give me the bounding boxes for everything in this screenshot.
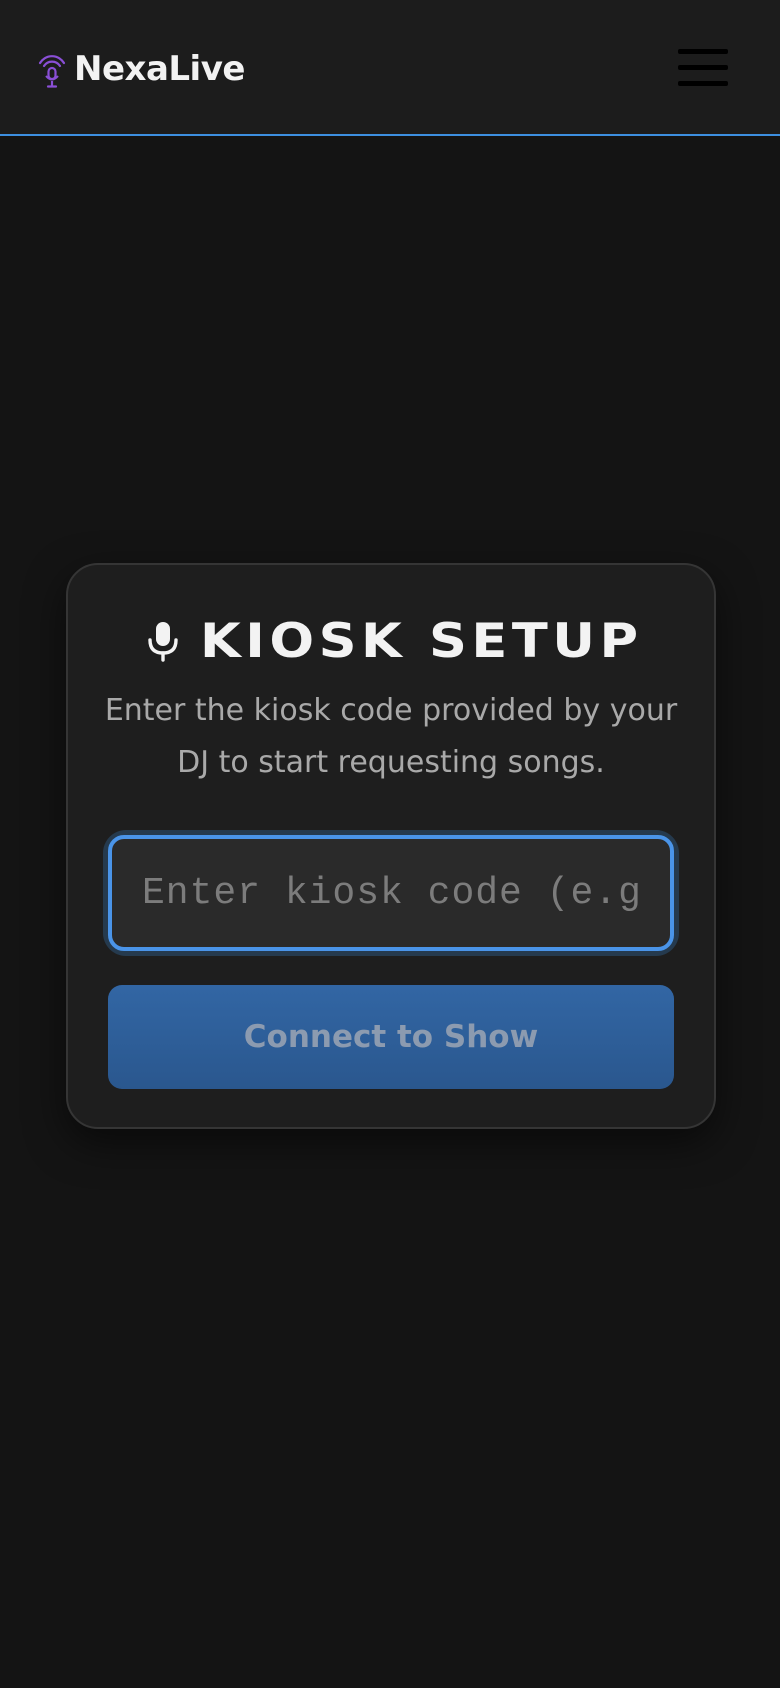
microphone-icon xyxy=(148,622,179,662)
brand-name: NexaLive xyxy=(74,49,245,89)
hamburger-menu-icon[interactable] xyxy=(678,47,728,89)
kiosk-code-input[interactable] xyxy=(108,835,674,951)
kiosk-description: Enter the kiosk code provided by your DJ… xyxy=(104,693,678,780)
broadcast-mic-icon xyxy=(38,55,66,88)
connect-to-show-button[interactable]: Connect to Show xyxy=(108,985,674,1089)
app-root: NexaLive KIOSK SETUP Enter the kiosk cod… xyxy=(0,0,780,1688)
menu-bar xyxy=(678,49,728,54)
card-title: KIOSK SETUP xyxy=(68,609,714,673)
kiosk-title: KIOSK SETUP xyxy=(200,613,643,669)
brand[interactable]: NexaLive xyxy=(36,44,245,94)
menu-bar xyxy=(678,81,728,86)
top-header: NexaLive xyxy=(0,0,780,136)
kiosk-setup-card: KIOSK SETUP Enter the kiosk code provide… xyxy=(66,563,716,1129)
kiosk-code-field xyxy=(108,835,674,951)
menu-bar xyxy=(678,65,728,70)
